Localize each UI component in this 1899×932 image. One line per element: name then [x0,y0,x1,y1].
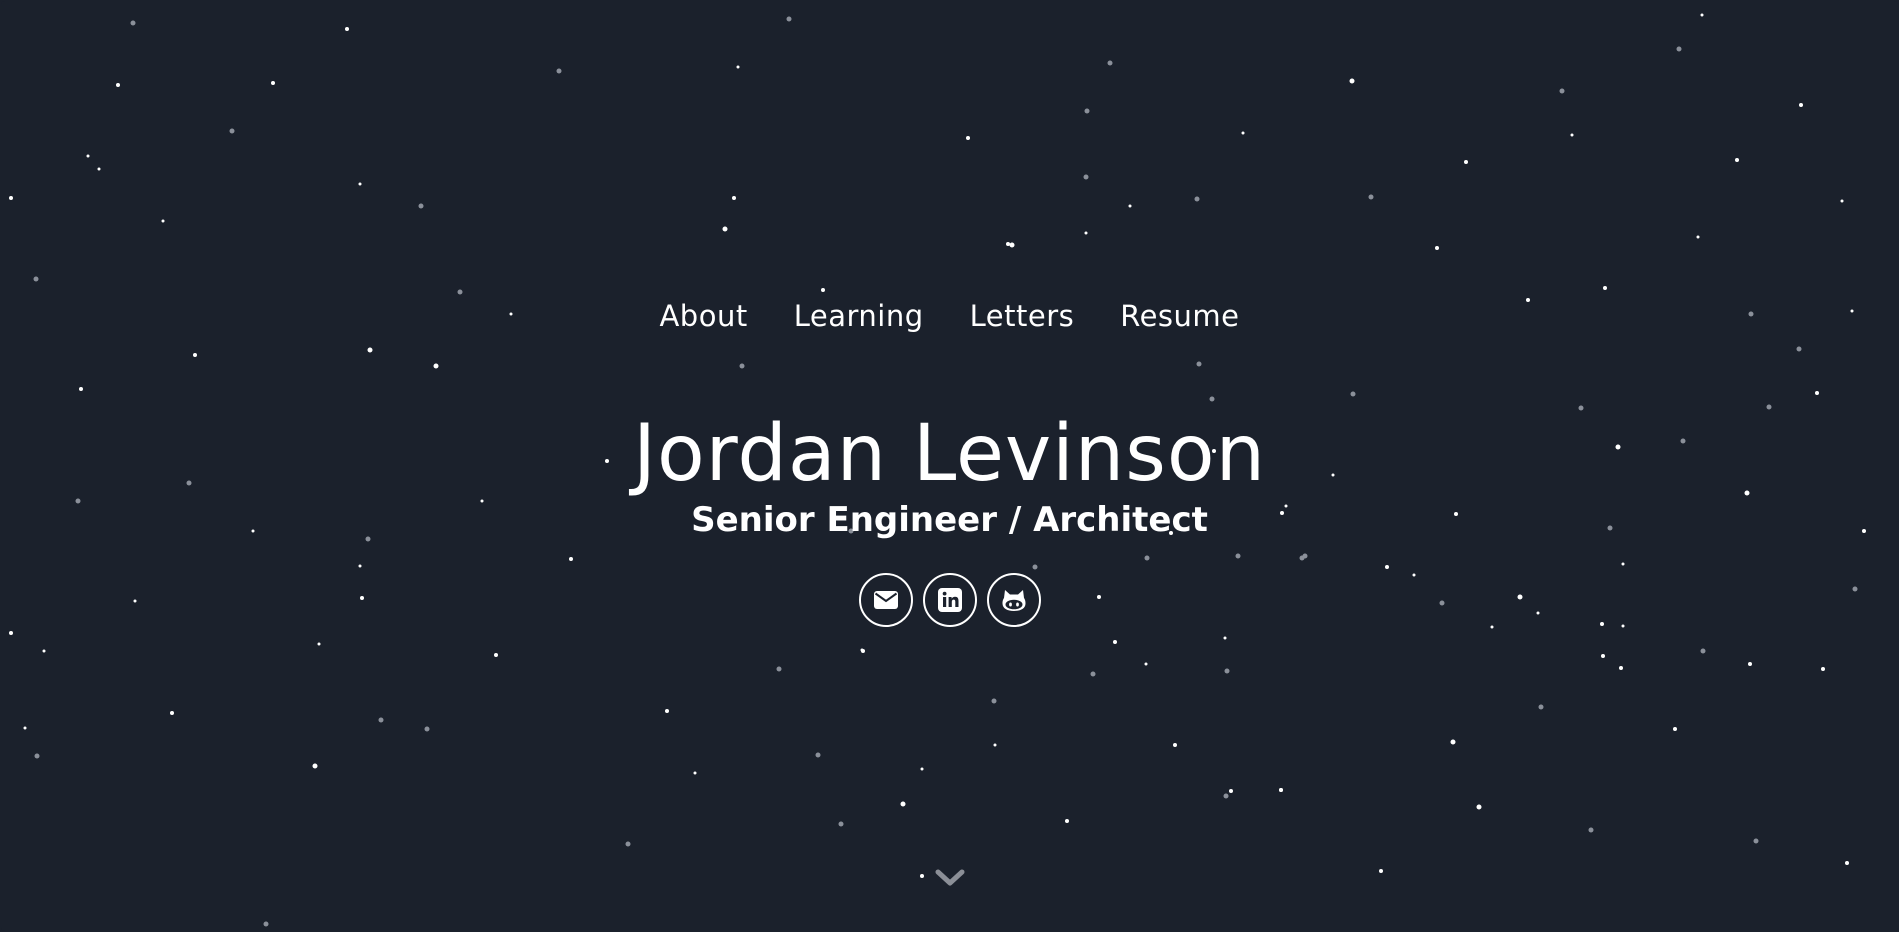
hero-name: Jordan Levinson [632,409,1267,499]
linkedin-icon [937,588,962,612]
social-links [1,573,1898,627]
nav-link-resume[interactable]: Resume [1120,299,1239,333]
linkedin-button[interactable] [922,573,977,627]
envelope-icon [873,591,898,609]
hero-title: Senior Engineer / Architect [691,500,1208,540]
scroll-down-button[interactable] [933,866,967,890]
main-nav: About Learning Letters Resume [1,299,1898,333]
github-icon [1002,590,1025,611]
nav-link-letters[interactable]: Letters [970,299,1075,333]
nav-link-about[interactable]: About [659,299,747,333]
scroll-down [1,866,1898,890]
email-button[interactable] [858,573,913,627]
nav-link-learning[interactable]: Learning [794,299,924,333]
chevron-down-icon [935,869,964,886]
github-button[interactable] [986,573,1041,627]
hero-section: About Learning Letters Resume Jordan Lev… [1,1,1898,931]
